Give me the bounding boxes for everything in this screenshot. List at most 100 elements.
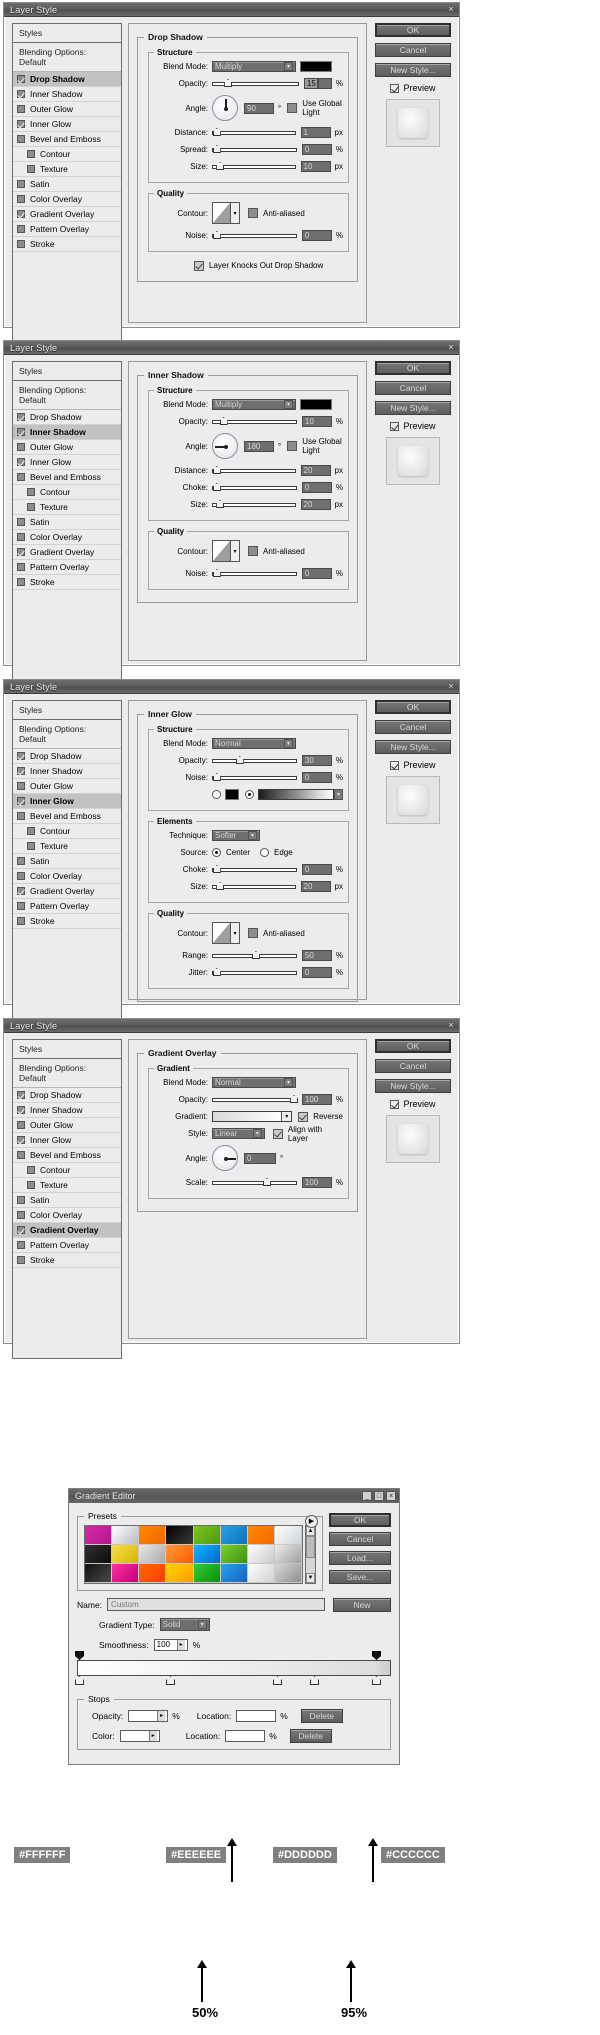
- slider-knob[interactable]: [290, 1095, 299, 1103]
- chevron-down-icon[interactable]: ▾: [248, 831, 257, 840]
- choke-value[interactable]: 0: [301, 864, 332, 875]
- slider-knob[interactable]: [216, 500, 225, 508]
- noise-slider[interactable]: [212, 772, 297, 783]
- contour-picker[interactable]: ▾: [212, 922, 240, 944]
- layer-style-dialog-inner-shadow[interactable]: Layer Style × Styles Blending Options: D…: [3, 340, 460, 681]
- effect-checkbox[interactable]: [17, 1256, 25, 1264]
- effect-checkbox[interactable]: [17, 90, 25, 98]
- gradient-select[interactable]: ▾: [212, 1111, 293, 1122]
- chevron-down-icon[interactable]: ▾: [284, 1078, 293, 1087]
- styles-list-item-contour[interactable]: Contour: [13, 824, 121, 839]
- effect-checkbox[interactable]: [17, 887, 25, 895]
- titlebar[interactable]: Layer Style ×: [4, 680, 459, 694]
- close-icon[interactable]: ×: [386, 1491, 396, 1501]
- effect-checkbox[interactable]: [27, 1181, 35, 1189]
- slider-knob[interactable]: [262, 1178, 271, 1186]
- styles-list-item-inner-glow[interactable]: Inner Glow: [13, 117, 121, 132]
- noise-value[interactable]: 0: [301, 230, 332, 241]
- preset-swatch[interactable]: [139, 1564, 167, 1583]
- styles-list-item-bevel-and-emboss[interactable]: Bevel and Emboss: [13, 132, 121, 147]
- preset-swatch[interactable]: [112, 1545, 140, 1564]
- anti-aliased-checkbox[interactable]: [248, 546, 258, 556]
- styles-list-item-pattern-overlay[interactable]: Pattern Overlay: [13, 560, 121, 575]
- effect-checkbox[interactable]: [17, 1241, 25, 1249]
- cancel-button[interactable]: Cancel: [375, 720, 451, 734]
- effect-checkbox[interactable]: [17, 180, 25, 188]
- effect-checkbox[interactable]: [17, 797, 25, 805]
- delete-opacity-stop-button[interactable]: Delete: [300, 1708, 343, 1723]
- gradient-editor-titlebar[interactable]: Gradient Editor _ □ ×: [69, 1489, 399, 1503]
- range-value[interactable]: 50: [301, 950, 332, 961]
- source-edge-radio[interactable]: [260, 848, 270, 857]
- distance-value[interactable]: 1: [300, 127, 331, 138]
- effect-checkbox[interactable]: [27, 150, 35, 158]
- anti-aliased-checkbox[interactable]: [248, 928, 258, 938]
- styles-list-item-inner-shadow[interactable]: Inner Shadow: [13, 764, 121, 779]
- preset-swatch[interactable]: [85, 1526, 113, 1545]
- presets-swatch-grid[interactable]: [84, 1525, 303, 1584]
- styles-list-item-outer-glow[interactable]: Outer Glow: [13, 1118, 121, 1133]
- effect-checkbox[interactable]: [27, 503, 35, 511]
- slider-knob[interactable]: [224, 79, 233, 87]
- effect-checkbox[interactable]: [17, 135, 25, 143]
- chevron-down-icon[interactable]: ▾: [284, 400, 293, 409]
- choke-value[interactable]: 0: [301, 482, 332, 493]
- styles-list-item-color-overlay[interactable]: Color Overlay: [13, 1208, 121, 1223]
- effect-checkbox[interactable]: [17, 120, 25, 128]
- styles-list-item-bevel-and-emboss[interactable]: Bevel and Emboss: [13, 809, 121, 824]
- effect-checkbox[interactable]: [17, 1121, 25, 1129]
- styles-list-item-contour[interactable]: Contour: [13, 1163, 121, 1178]
- blending-options-item[interactable]: Blending Options: Default: [13, 1059, 121, 1088]
- styles-list-item-gradient-overlay[interactable]: Gradient Overlay: [13, 1223, 121, 1238]
- chevron-down-icon[interactable]: ▸: [176, 1639, 185, 1650]
- angle-dial[interactable]: [212, 1145, 238, 1171]
- styles-list-item-texture[interactable]: Texture: [13, 500, 121, 515]
- color-stop-50[interactable]: [166, 1676, 175, 1685]
- opacity-value[interactable]: 30: [301, 755, 332, 766]
- chevron-down-icon[interactable]: ▾: [334, 789, 343, 800]
- ge-load-button[interactable]: Load...: [329, 1551, 391, 1565]
- layer-style-dialog-gradient-overlay[interactable]: Layer Style × Styles Blending Options: D…: [3, 1018, 460, 1359]
- technique-select[interactable]: Softer ▾: [212, 830, 260, 841]
- stop-color-input[interactable]: ▸: [119, 1729, 160, 1742]
- preview-checkbox[interactable]: [390, 1099, 400, 1109]
- preset-swatch[interactable]: [247, 1526, 275, 1545]
- styles-list-item-inner-glow[interactable]: Inner Glow: [13, 794, 121, 809]
- close-icon[interactable]: ×: [446, 5, 456, 15]
- slider-knob[interactable]: [216, 162, 225, 170]
- blend-mode-select[interactable]: Normal ▾: [212, 1077, 296, 1088]
- distance-slider[interactable]: [212, 465, 296, 476]
- preset-swatch[interactable]: [247, 1545, 275, 1564]
- blending-options-item[interactable]: Blending Options: Default: [13, 720, 121, 749]
- effect-checkbox[interactable]: [17, 1136, 25, 1144]
- size-slider[interactable]: [212, 161, 296, 172]
- jitter-slider[interactable]: [212, 967, 297, 978]
- scale-slider[interactable]: [212, 1177, 297, 1188]
- anti-aliased-checkbox[interactable]: [248, 208, 258, 218]
- effect-checkbox[interactable]: [17, 428, 25, 436]
- styles-list-item-drop-shadow[interactable]: Drop Shadow: [13, 1088, 121, 1103]
- preview-row[interactable]: Preview: [375, 421, 451, 431]
- size-value[interactable]: 20: [300, 881, 331, 892]
- blending-options-item[interactable]: Blending Options: Default: [13, 43, 121, 72]
- shadow-color-swatch[interactable]: [300, 61, 332, 72]
- slider-knob[interactable]: [251, 951, 260, 959]
- opacity-value[interactable]: 15: [303, 78, 318, 89]
- name-input[interactable]: Custom: [107, 1598, 325, 1611]
- smoothness-input[interactable]: 100 ▸: [153, 1638, 188, 1651]
- color-stop-85[interactable]: [273, 1676, 282, 1685]
- scroll-down-icon[interactable]: ▼: [306, 1573, 315, 1583]
- styles-list-item-bevel-and-emboss[interactable]: Bevel and Emboss: [13, 470, 121, 485]
- titlebar[interactable]: Layer Style ×: [4, 1019, 459, 1033]
- new-style-button[interactable]: New Style...: [375, 740, 451, 754]
- effect-checkbox[interactable]: [17, 75, 25, 83]
- effect-checkbox[interactable]: [17, 413, 25, 421]
- presets-scrollbar[interactable]: ▲ ▼: [305, 1525, 316, 1584]
- ok-button[interactable]: OK: [375, 361, 451, 375]
- preview-row[interactable]: Preview: [375, 760, 451, 770]
- close-icon[interactable]: ×: [446, 343, 456, 353]
- styles-list-item-pattern-overlay[interactable]: Pattern Overlay: [13, 1238, 121, 1253]
- size-slider[interactable]: [212, 499, 296, 510]
- preset-swatch[interactable]: [112, 1564, 140, 1583]
- ge-ok-button[interactable]: OK: [329, 1513, 391, 1527]
